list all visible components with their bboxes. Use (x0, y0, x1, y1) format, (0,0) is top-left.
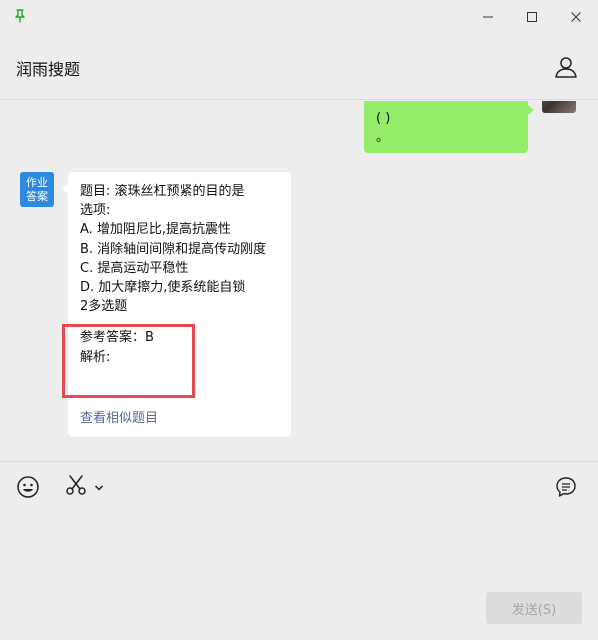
question-text: 题目: 滚珠丝杠预紧的目的是 (80, 184, 245, 199)
avatar-text: 答案 (26, 189, 48, 203)
outgoing-line: ( ) (376, 111, 391, 126)
outgoing-message[interactable]: ( ) 。 (364, 101, 534, 153)
input-toolbar (0, 461, 598, 511)
chat-history-icon[interactable] (554, 474, 578, 500)
screenshot-tool[interactable] (64, 474, 108, 500)
similar-questions-link[interactable]: 查看相似题目 (80, 409, 158, 428)
chat-title: 润雨搜题 (16, 60, 81, 79)
bot-avatar[interactable]: 作业 答案 (20, 172, 54, 207)
option-d: D. 加大摩擦力,使系统能自锁 (80, 280, 246, 296)
chevron-down-icon[interactable] (94, 478, 104, 497)
title-bar (0, 0, 598, 34)
chat-header: 润雨搜题 (0, 34, 598, 100)
option-a: A. 增加阻尼比,提高抗震性 (80, 222, 232, 238)
user-avatar[interactable] (542, 101, 576, 113)
emoji-icon[interactable] (16, 474, 40, 500)
user-icon[interactable] (553, 54, 579, 80)
minimize-button[interactable] (478, 7, 498, 27)
chat-window: 润雨搜题 ( ) 。 作业 答案 题目: 滚珠丝杠预紧的目的是 选项: A. 增… (0, 0, 598, 640)
options-label: 选项: (80, 203, 111, 219)
question-type: 2多选题 (80, 299, 128, 315)
maximize-button[interactable] (522, 7, 542, 27)
message-input[interactable] (0, 511, 598, 591)
avatar-text: 作业 (26, 175, 48, 189)
option-b: B. 消除轴间间隙和提高传动刚度 (80, 241, 267, 257)
scissors-icon (64, 473, 88, 501)
outgoing-line: 。 (376, 130, 390, 145)
message-list[interactable]: ( ) 。 作业 答案 题目: 滚珠丝杠预紧的目的是 选项: A. 增加阻尼比,… (0, 101, 598, 461)
pin-icon[interactable] (12, 8, 28, 24)
send-button[interactable]: 发送(S) (486, 592, 582, 624)
close-button[interactable] (566, 7, 586, 27)
option-c: C. 提高运动平稳性 (80, 260, 189, 276)
answer-highlight-box (62, 324, 195, 398)
